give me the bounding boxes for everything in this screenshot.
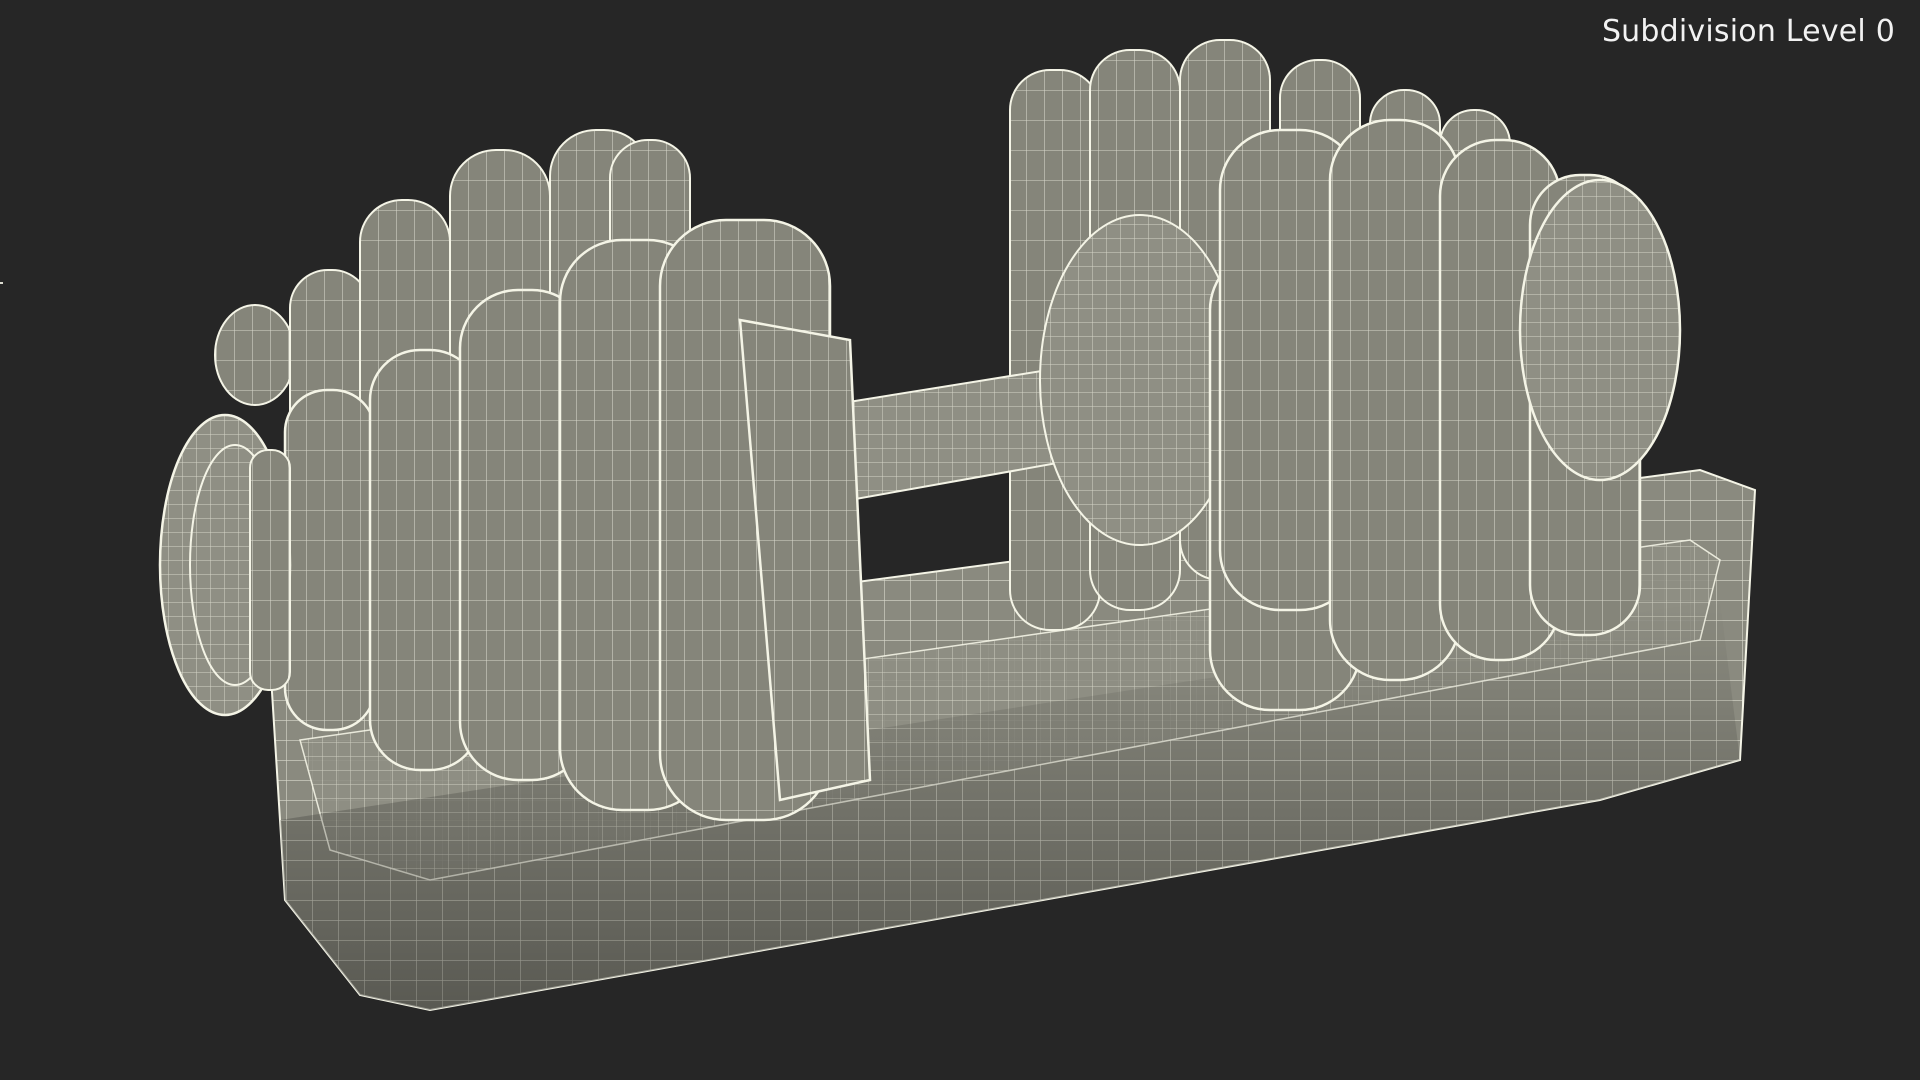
3d-viewport[interactable]: Subdivision Level 0 (0, 0, 1920, 1080)
subdivision-level-label: Subdivision Level 0 (1601, 14, 1895, 49)
wireframe-render[interactable] (0, 0, 1920, 1080)
front-right-plates (1208, 118, 1682, 712)
selector-dial (158, 413, 292, 717)
